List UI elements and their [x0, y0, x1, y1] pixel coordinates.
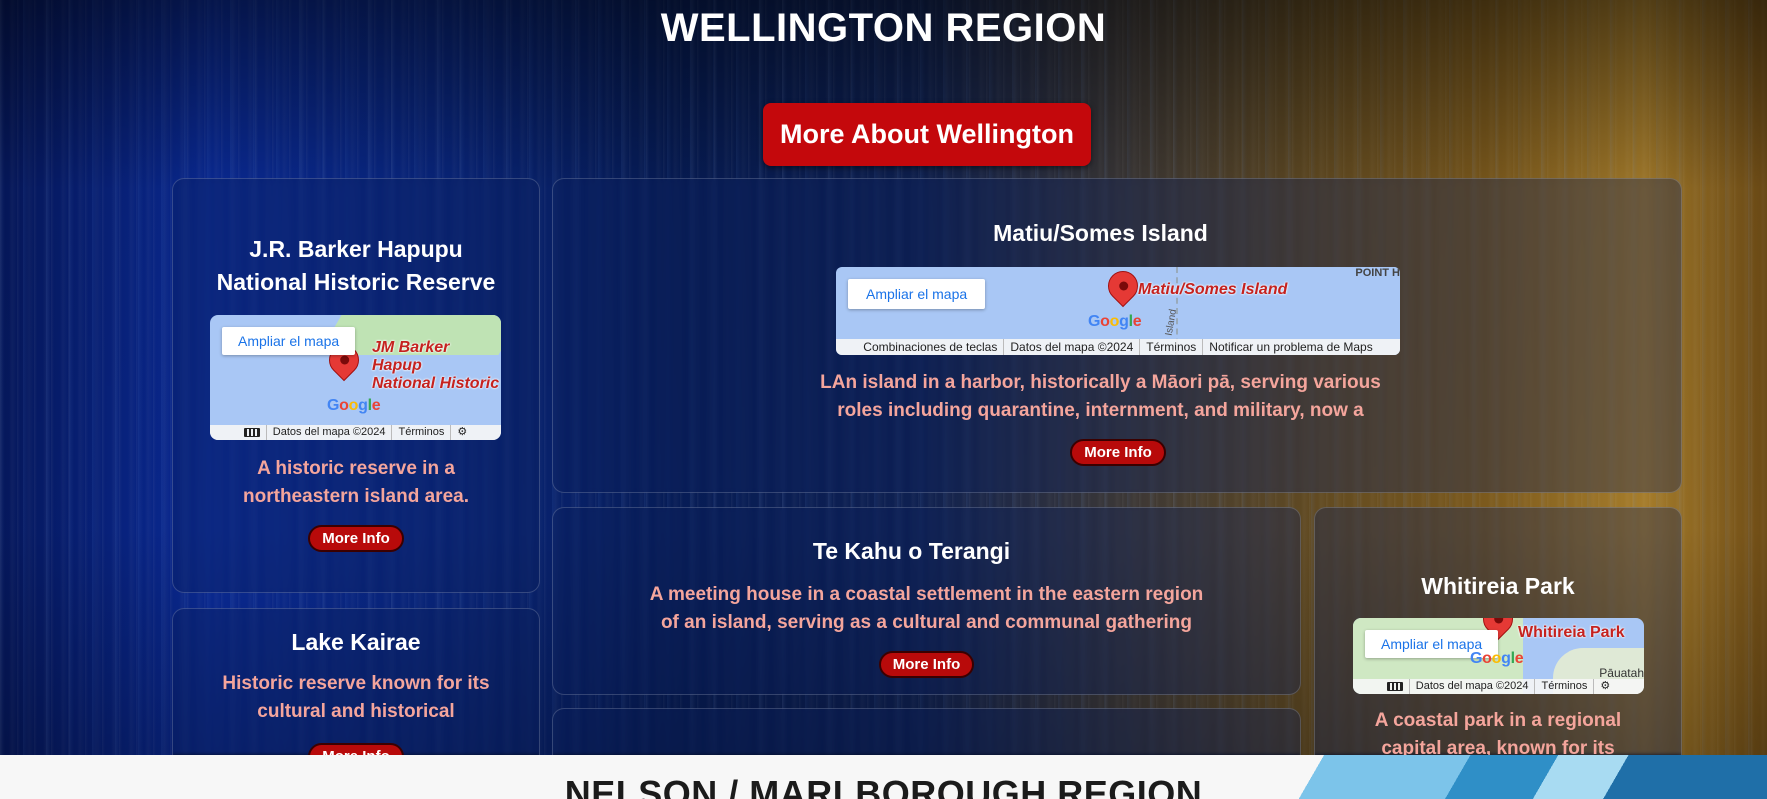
- map-data-label: Datos del mapa ©2024: [1408, 679, 1535, 694]
- keyboard-icon[interactable]: [238, 425, 266, 440]
- map-place-label: Whitireia Park: [1518, 624, 1625, 641]
- card-te-kahu-o-terangi: Te Kahu o Terangi A meeting house in a c…: [552, 507, 1301, 695]
- more-info-button[interactable]: More Info: [878, 651, 975, 678]
- card-title: Matiu/Somes Island: [993, 220, 1208, 246]
- embedded-map[interactable]: JM Barker Hapup National Historic Amplia…: [210, 315, 501, 440]
- next-region-title: NELSON / MARLBOROUGH REGION: [564, 773, 1203, 799]
- card-title: Te Kahu o Terangi: [812, 538, 1011, 564]
- terms-link[interactable]: Términos: [1139, 339, 1202, 355]
- card-title: J.R. Barker Hapupu National Historic Res…: [216, 236, 496, 295]
- card-title: Lake Kairae: [291, 629, 421, 655]
- report-problem-link[interactable]: Notificar un problema de Maps: [1202, 339, 1378, 355]
- next-region-section: NELSON / MARLBOROUGH REGION: [0, 755, 1767, 799]
- more-info-button[interactable]: More Info: [1070, 439, 1166, 466]
- google-logo: Google: [1470, 650, 1524, 667]
- map-footer: Datos del mapa ©2024 Términos ⚙: [210, 425, 501, 440]
- google-logo: Google: [1088, 313, 1142, 330]
- card-description: Historic reserve known for its cultural …: [222, 673, 490, 722]
- region-title: WELLINGTON REGION: [660, 6, 1107, 50]
- embedded-map[interactable]: Matiu/Somes Island POINT H Island Amplia…: [836, 267, 1400, 355]
- card-description: LAn island in a harbor, historically a M…: [820, 372, 1381, 421]
- expand-map-button[interactable]: Ampliar el mapa: [222, 327, 356, 355]
- map-data-label: Datos del mapa ©2024: [265, 425, 392, 440]
- map-place-label: Matiu/Somes Island: [1138, 281, 1288, 298]
- google-logo: Google: [327, 397, 381, 414]
- map-corner-label: POINT H: [1355, 267, 1400, 279]
- expand-map-button[interactable]: Ampliar el mapa: [848, 279, 986, 309]
- map-small-label: Pāuatah: [1599, 666, 1644, 680]
- keyboard-icon[interactable]: [1381, 679, 1409, 694]
- map-footer: Combinaciones de teclas Datos del mapa ©…: [836, 339, 1400, 355]
- gear-icon[interactable]: ⚙: [1593, 679, 1616, 694]
- terms-link[interactable]: Términos: [391, 425, 450, 440]
- terms-link[interactable]: Términos: [1534, 679, 1593, 694]
- embedded-map[interactable]: Whitireia Park Pāuatah Ampliar el mapa G…: [1353, 618, 1644, 694]
- card-description: A historic reserve in a northeastern isl…: [243, 458, 469, 507]
- map-data-label: Datos del mapa ©2024: [1003, 339, 1139, 355]
- more-about-wellington-button[interactable]: More About Wellington: [763, 103, 1091, 166]
- card-description: A meeting house in a coastal settlement …: [649, 584, 1204, 633]
- more-info-button[interactable]: More Info: [308, 525, 404, 552]
- map-footer: Datos del mapa ©2024 Términos ⚙: [1353, 679, 1644, 694]
- card-matiu-somes-island: Matiu/Somes Island Matiu/Somes Island PO…: [552, 178, 1682, 493]
- card-title: Whitireia Park: [1421, 573, 1575, 599]
- keyboard-shortcuts-link[interactable]: Combinaciones de teclas: [857, 339, 1003, 355]
- card-whitireia-park: Whitireia Park Whitireia Park Pāuatah Am…: [1314, 507, 1682, 767]
- card-jr-barker: J.R. Barker Hapupu National Historic Res…: [172, 178, 540, 593]
- gear-icon[interactable]: ⚙: [450, 425, 473, 440]
- map-place-label: JM Barker Hapup National Historic: [372, 339, 500, 392]
